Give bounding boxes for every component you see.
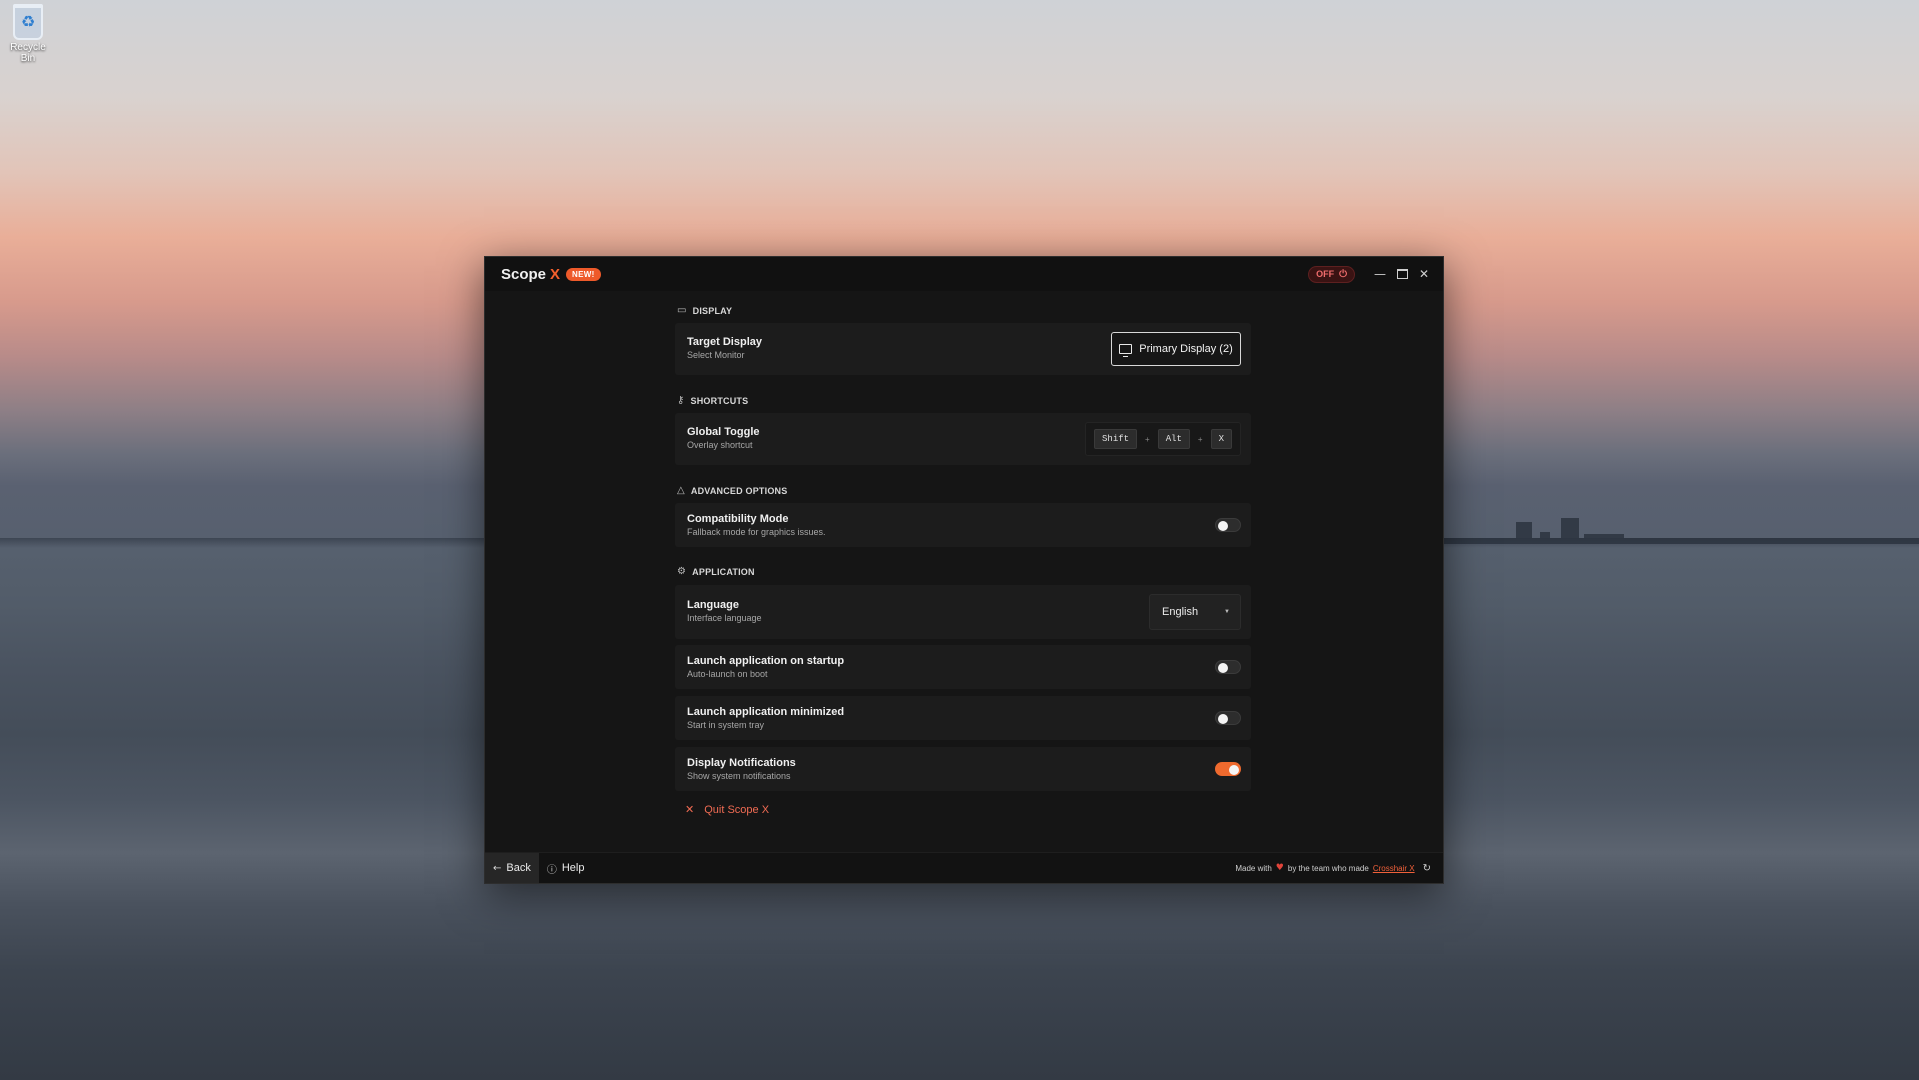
- notifications-subtitle: Show system notifications: [687, 771, 791, 781]
- overlay-status-toggle[interactable]: OFF ⏻: [1308, 265, 1355, 283]
- chevron-down-icon: ▼: [1224, 609, 1230, 615]
- launch-minimized-row: Launch application minimized Start in sy…: [675, 696, 1251, 740]
- footer-bar: ← Back ⓘ Help Made with ♥ by the team wh…: [485, 852, 1443, 883]
- launch-startup-toggle[interactable]: [1215, 660, 1241, 674]
- gear-icon: ⚙: [677, 566, 687, 577]
- key-separator: +: [1197, 434, 1203, 444]
- target-display-title: Target Display: [687, 336, 762, 348]
- quit-label: Quit Scope X: [704, 803, 770, 816]
- section-application-heading: ⚙ APPLICATION: [677, 566, 755, 577]
- global-toggle-shortcut[interactable]: Shift + Alt + X: [1085, 422, 1241, 456]
- global-toggle-row: Global Toggle Overlay shortcut Shift + A…: [675, 413, 1251, 465]
- back-button[interactable]: ← Back: [485, 853, 539, 883]
- minimize-button[interactable]: —: [1369, 263, 1391, 285]
- launch-startup-title: Launch application on startup: [687, 655, 845, 667]
- credit-middle: by the team who made: [1287, 863, 1369, 873]
- key-icon: ⚷: [677, 395, 685, 406]
- launch-minimized-toggle[interactable]: [1215, 711, 1241, 725]
- credit-text: Made with ♥ by the team who made Crossha…: [1235, 863, 1431, 874]
- arrow-left-icon: ←: [493, 862, 502, 874]
- section-shortcuts-heading: ⚷ SHORTCUTS: [677, 395, 748, 406]
- section-advanced-heading: △ ADVANCED OPTIONS: [677, 485, 787, 496]
- key-separator: +: [1145, 434, 1150, 444]
- language-title: Language: [687, 599, 739, 611]
- minimize-icon: —: [1374, 267, 1386, 281]
- launch-minimized-subtitle: Start in system tray: [687, 720, 765, 730]
- compatibility-mode-row: Compatibility Mode Fallback mode for gra…: [675, 503, 1251, 547]
- launch-startup-subtitle: Auto-launch on boot: [687, 669, 768, 679]
- warning-icon: △: [677, 485, 685, 496]
- section-application-label: APPLICATION: [692, 566, 755, 577]
- compatibility-mode-subtitle: Fallback mode for graphics issues.: [687, 527, 826, 537]
- back-label: Back: [506, 862, 531, 874]
- language-subtitle: Interface language: [687, 613, 762, 623]
- section-display-label: DISPLAY: [692, 305, 733, 316]
- close-button[interactable]: ✕: [1413, 263, 1435, 285]
- help-icon: ⓘ: [546, 864, 557, 876]
- crosshair-x-link[interactable]: Crosshair X: [1373, 864, 1415, 873]
- notifications-toggle[interactable]: [1215, 762, 1241, 776]
- settings-content: ▭ DISPLAY Target Display Select Monitor …: [675, 291, 1255, 841]
- new-badge: NEW!: [566, 267, 601, 281]
- section-shortcuts-label: SHORTCUTS: [690, 395, 749, 406]
- toggle-knob: [1218, 520, 1228, 531]
- language-select[interactable]: English ▼: [1149, 594, 1241, 630]
- key-alt: Alt: [1157, 429, 1190, 449]
- distant-skyline: [1419, 514, 1919, 544]
- notifications-title: Display Notifications: [687, 757, 796, 769]
- notifications-row: Display Notifications Show system notifi…: [675, 747, 1251, 791]
- key-shift: Shift: [1094, 429, 1138, 449]
- help-label: Help: [561, 862, 585, 874]
- display-monitor-icon: [1119, 344, 1133, 357]
- launch-minimized-title: Launch application minimized: [687, 706, 845, 718]
- language-row: Language Interface language English ▼: [675, 585, 1251, 639]
- compatibility-mode-toggle[interactable]: [1215, 518, 1241, 532]
- toggle-knob: [1229, 764, 1239, 775]
- compatibility-mode-title: Compatibility Mode: [687, 513, 789, 525]
- recycle-bin-label: Recycle Bin: [10, 42, 46, 64]
- launch-startup-row: Launch application on startup Auto-launc…: [675, 645, 1251, 689]
- recycle-bin-icon: ♻: [13, 4, 43, 40]
- global-toggle-subtitle: Overlay shortcut: [687, 440, 753, 450]
- status-label: OFF: [1316, 269, 1335, 279]
- toggle-knob: [1218, 713, 1228, 724]
- credit-prefix: Made with: [1235, 863, 1272, 873]
- title-bar[interactable]: Scope X NEW! OFF ⏻ — ✕: [485, 257, 1443, 291]
- app-title: Scope: [501, 265, 547, 283]
- power-icon: ⏻: [1339, 268, 1347, 280]
- app-title-accent: X: [550, 265, 561, 283]
- target-display-button[interactable]: Primary Display (2): [1111, 332, 1241, 366]
- key-x: X: [1210, 429, 1232, 449]
- quit-button[interactable]: ✕ Quit Scope X: [685, 803, 769, 816]
- close-icon: ✕: [685, 803, 695, 816]
- section-advanced-label: ADVANCED OPTIONS: [690, 485, 788, 496]
- scope-x-window: Scope X NEW! OFF ⏻ — ✕ ▭ DISPLAY Target …: [484, 256, 1444, 884]
- target-display-subtitle: Select Monitor: [687, 350, 745, 360]
- section-display-heading: ▭ DISPLAY: [677, 305, 732, 316]
- maximize-icon: [1396, 269, 1408, 279]
- global-toggle-title: Global Toggle: [687, 426, 760, 438]
- maximize-button[interactable]: [1391, 263, 1413, 285]
- target-display-value: Primary Display (2): [1139, 343, 1233, 355]
- recycle-bin-shortcut[interactable]: ♻ Recycle Bin: [2, 4, 54, 64]
- help-button[interactable]: ⓘ Help: [539, 853, 593, 883]
- heart-icon: ♥: [1275, 863, 1284, 873]
- target-display-row: Target Display Select Monitor Primary Di…: [675, 323, 1251, 375]
- refresh-icon[interactable]: ↻: [1423, 863, 1431, 874]
- close-icon: ✕: [1418, 267, 1430, 281]
- toggle-knob: [1218, 662, 1228, 673]
- language-value: English: [1162, 606, 1199, 618]
- monitor-icon: ▭: [677, 305, 687, 316]
